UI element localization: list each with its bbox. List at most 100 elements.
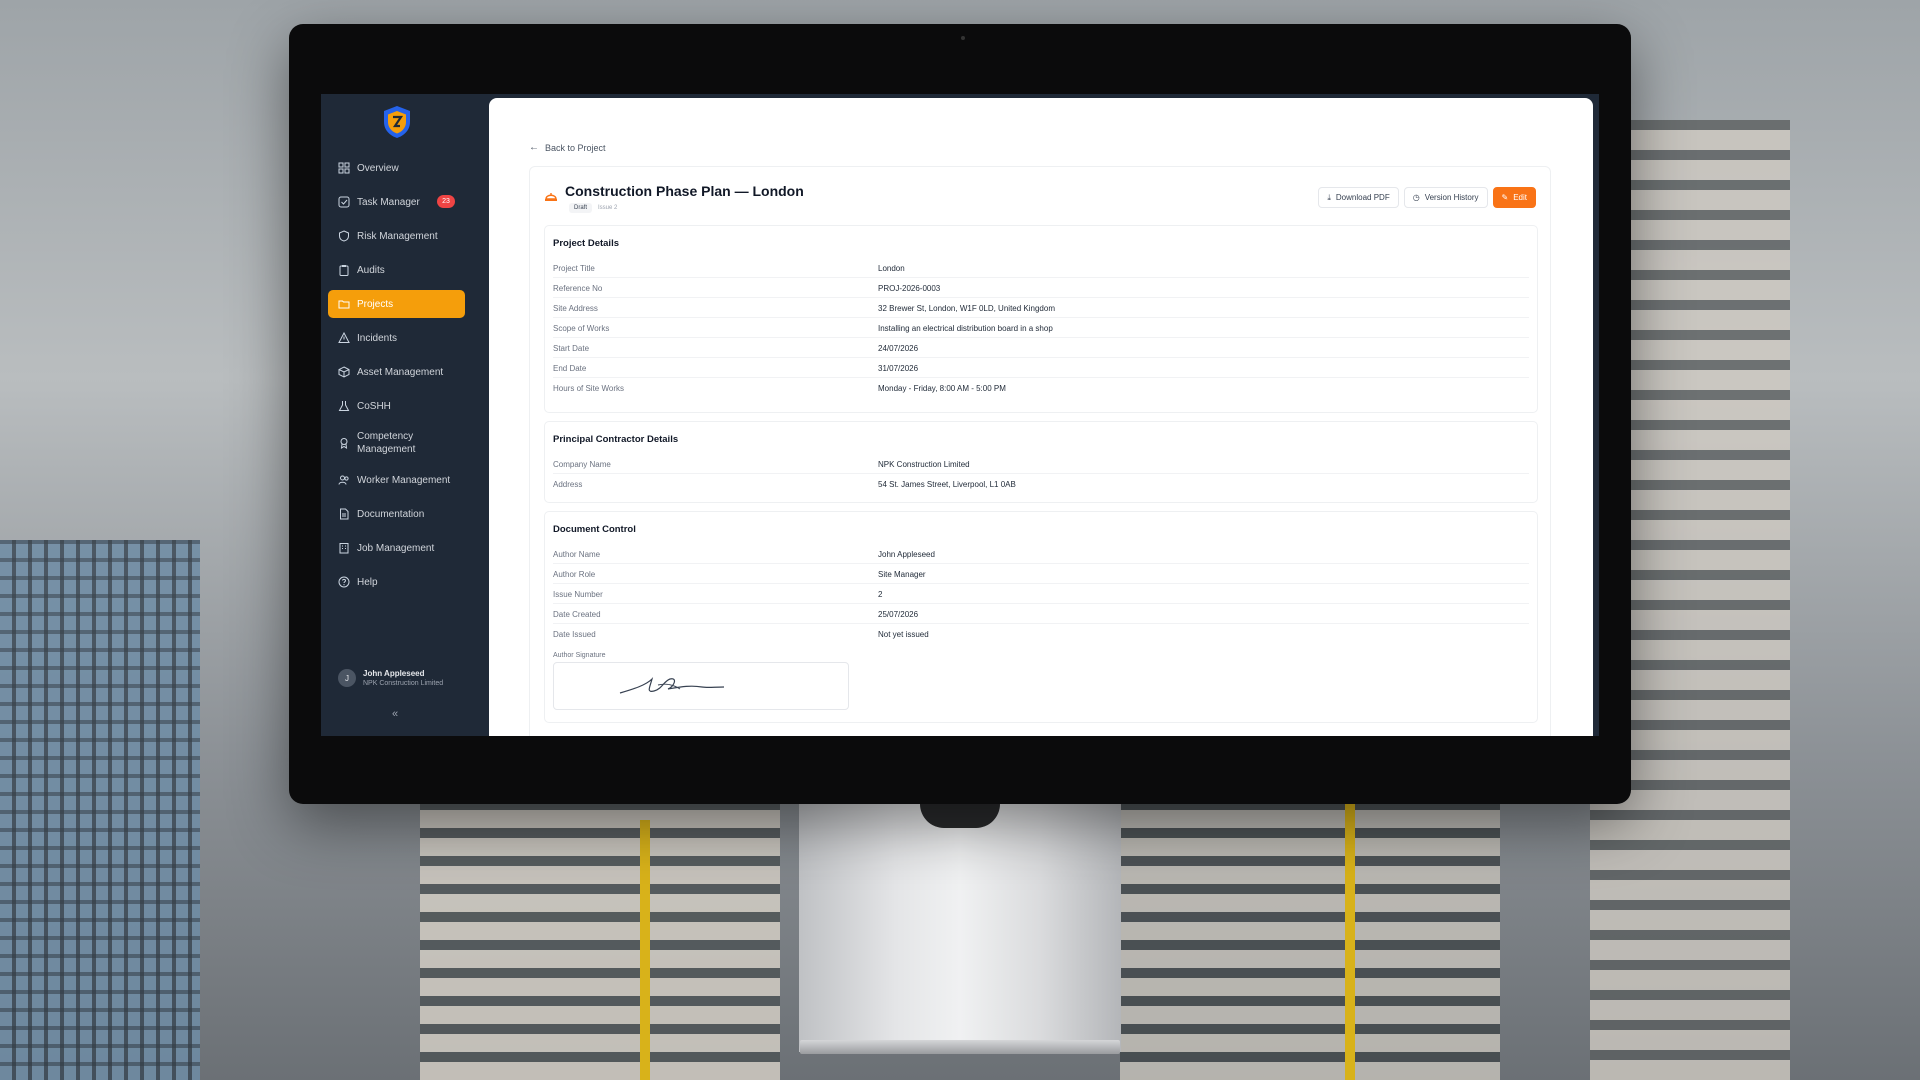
document-control-rows: Author Name John Appleseed Author Role Sit… [553, 544, 1529, 644]
detail-row: Author Role Site Manager [553, 564, 1529, 584]
sidebar-item-task-manager[interactable]: Task Manager 23 [328, 188, 465, 216]
checkbox-icon [338, 196, 350, 208]
background-building-center-right [1120, 800, 1500, 1080]
detail-key: Scope of Works [553, 324, 610, 333]
detail-key: Start Date [553, 344, 590, 353]
version-history-button[interactable]: ◷ Version History [1403, 187, 1488, 208]
users-icon [338, 474, 350, 486]
detail-key: End Date [553, 364, 587, 373]
detail-value: 25/07/2026 [878, 610, 919, 619]
detail-row: Site Address 32 Brewer St, London, W1F 0L… [553, 298, 1529, 318]
detail-row: Project Title London [553, 258, 1529, 278]
project-details-section: Project Details Project Title London Refe… [544, 225, 1538, 413]
sidebar-item-documentation[interactable]: Documentation [328, 500, 465, 528]
detail-row: Start Date 24/07/2026 [553, 338, 1529, 358]
detail-key: Address [553, 480, 583, 489]
document-control-section: Document Control Author Name John Applese… [544, 511, 1538, 723]
detail-row: Address 54 St. James Street, Liverpool, L… [553, 474, 1529, 494]
sidebar-item-projects[interactable]: Projects [328, 290, 465, 318]
edit-button[interactable]: ✎ Edit [1492, 187, 1536, 208]
detail-key: Date Issued [553, 630, 596, 639]
task-count-badge: 23 [437, 195, 455, 208]
sidebar-item-worker-management[interactable]: Worker Management [328, 466, 465, 494]
sidebar-item-label: Asset Management [357, 366, 444, 378]
detail-row: Issue Number 2 [553, 584, 1529, 604]
detail-value: 24/07/2026 [878, 344, 919, 353]
warning-icon [338, 332, 350, 344]
clock-icon: ◷ [1412, 193, 1420, 202]
back-to-project-link[interactable]: ← Back to Project [529, 142, 606, 153]
detail-key: Author Name [553, 550, 601, 559]
folder-icon [338, 298, 350, 310]
download-icon: ⤓ [1327, 192, 1331, 202]
contractor-rows: Company Name NPK Construction Limited Add… [553, 454, 1529, 494]
signature-label: Author Signature [553, 652, 606, 659]
section-title: Project Details [553, 238, 619, 249]
sidebar-item-job-management[interactable]: Job Management [328, 534, 465, 562]
background-building-left [0, 540, 200, 1080]
sidebar-item-asset-management[interactable]: Asset Management [328, 358, 465, 386]
sidebar-item-label: Incidents [357, 332, 398, 344]
grid-icon [338, 162, 350, 174]
box-icon [338, 366, 350, 378]
background-crane [640, 820, 650, 1080]
background-building-center [420, 800, 780, 1080]
detail-row: Hours of Site Works Monday - Friday, 8:00… [553, 378, 1529, 398]
sidebar-item-label: Competency Management [357, 431, 416, 455]
sidebar-item-label: CoSHH [357, 400, 391, 412]
sidebar-item-help[interactable]: Help [328, 568, 465, 596]
detail-key: Hours of Site Works [553, 384, 624, 393]
detail-row: Reference No PROJ-2026-0003 [553, 278, 1529, 298]
sidebar-item-risk-management[interactable]: Risk Management [328, 222, 465, 250]
help-icon [338, 576, 350, 588]
detail-row: Date Created 25/07/2026 [553, 604, 1529, 624]
sidebar-item-overview[interactable]: Overview [328, 154, 465, 182]
sidebar-item-label: Audits [357, 264, 385, 276]
sidebar-item-label: Risk Management [357, 230, 438, 242]
detail-key: Reference No [553, 284, 603, 293]
document-actions: ⤓ Download PDF ◷ Version History ✎ Edit [1318, 187, 1536, 208]
sidebar-item-competency-management[interactable]: Competency Management [328, 426, 465, 460]
project-details-rows: Project Title London Reference No PROJ-202… [553, 258, 1529, 398]
monitor-stand-foot [800, 1040, 1120, 1054]
collapse-sidebar-button[interactable]: « [392, 708, 398, 720]
download-pdf-button[interactable]: ⤓ Download PDF [1318, 187, 1399, 208]
detail-key: Author Role [553, 570, 596, 579]
sidebar-item-audits[interactable]: Audits [328, 256, 465, 284]
detail-key: Project Title [553, 264, 595, 273]
detail-row: Date Issued Not yet issued [553, 624, 1529, 644]
pencil-icon: ✎ [1501, 193, 1509, 202]
button-label: Edit [1513, 193, 1527, 202]
arrow-left-icon: ← [529, 142, 539, 153]
detail-key: Issue Number [553, 590, 603, 599]
sidebar-item-label: Documentation [357, 508, 425, 520]
detail-value: London [878, 264, 905, 273]
detail-key: Site Address [553, 304, 598, 313]
detail-value: 2 [878, 590, 883, 599]
award-icon [338, 437, 350, 449]
detail-value: Installing an electrical distribution bo… [878, 324, 1053, 333]
building-icon [338, 542, 350, 554]
user-name: John Appleseed [363, 669, 425, 678]
status-badge: Draft [569, 203, 593, 213]
detail-value: Site Manager [878, 570, 926, 579]
detail-value: 32 Brewer St, London, W1F 0LD, United Ki… [878, 304, 1055, 313]
sidebar-item-label: Help [357, 576, 378, 588]
flask-icon [338, 400, 350, 412]
app-screen: Overview Task Manager 23 Risk Management… [321, 94, 1599, 736]
detail-value: Not yet issued [878, 630, 929, 639]
camera-icon [961, 36, 965, 40]
user-company: NPK Construction Limited [363, 680, 444, 687]
detail-value: John Appleseed [878, 550, 935, 559]
sidebar-item-coshh[interactable]: CoSHH [328, 392, 465, 420]
sidebar-item-incidents[interactable]: Incidents [328, 324, 465, 352]
detail-value: NPK Construction Limited [878, 460, 970, 469]
shield-icon [338, 230, 350, 242]
clipboard-icon [338, 264, 350, 276]
detail-value: Monday - Friday, 8:00 AM - 5:00 PM [878, 384, 1006, 393]
user-profile[interactable]: J John Appleseed NPK Construction Limite… [338, 669, 443, 687]
sidebar-item-label: Task Manager [357, 196, 420, 208]
detail-row: End Date 31/07/2026 [553, 358, 1529, 378]
sidebar-item-label: Job Management [357, 542, 435, 554]
button-label: Version History [1424, 193, 1479, 202]
